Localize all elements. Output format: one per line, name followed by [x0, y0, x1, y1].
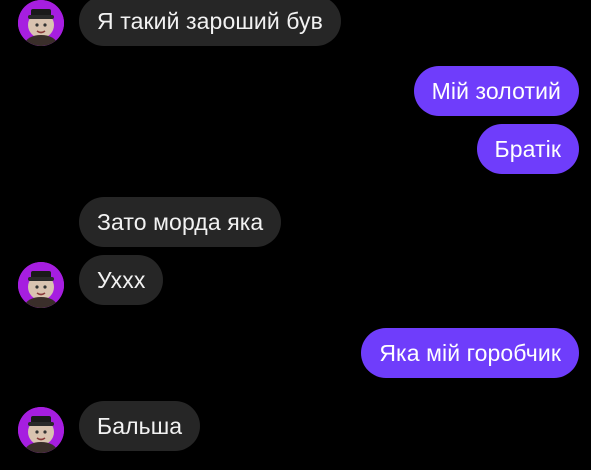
contact-avatar[interactable]: [18, 407, 64, 453]
chat-thread: Я такий зароший був Мій золотий Братік З…: [0, 0, 591, 470]
outgoing-message-bubble[interactable]: Братік: [476, 124, 579, 174]
incoming-message-bubble[interactable]: Зато морда яка: [79, 197, 282, 247]
message-text: Ухxx: [97, 267, 146, 293]
message-text: Я такий зароший був: [97, 8, 323, 34]
outgoing-message-bubble[interactable]: Мій золотий: [413, 66, 579, 116]
message-text: Мій золотий: [431, 78, 561, 104]
outgoing-message-bubble[interactable]: Яка мій горобчик: [361, 328, 579, 378]
incoming-message-bubble[interactable]: Ухxx: [79, 255, 164, 305]
avatar-portrait-icon: [18, 0, 64, 46]
avatar-portrait-icon: [18, 407, 64, 453]
incoming-message-bubble[interactable]: Бальша: [79, 401, 201, 451]
message-text: Бальша: [97, 413, 183, 439]
message-text: Яка мій горобчик: [379, 340, 561, 366]
incoming-message-bubble[interactable]: Я такий зароший був: [79, 0, 341, 46]
message-text: Зато морда яка: [97, 209, 264, 235]
avatar-portrait-icon: [18, 262, 64, 308]
message-text: Братік: [494, 136, 561, 162]
contact-avatar[interactable]: [18, 0, 64, 46]
contact-avatar[interactable]: [18, 262, 64, 308]
